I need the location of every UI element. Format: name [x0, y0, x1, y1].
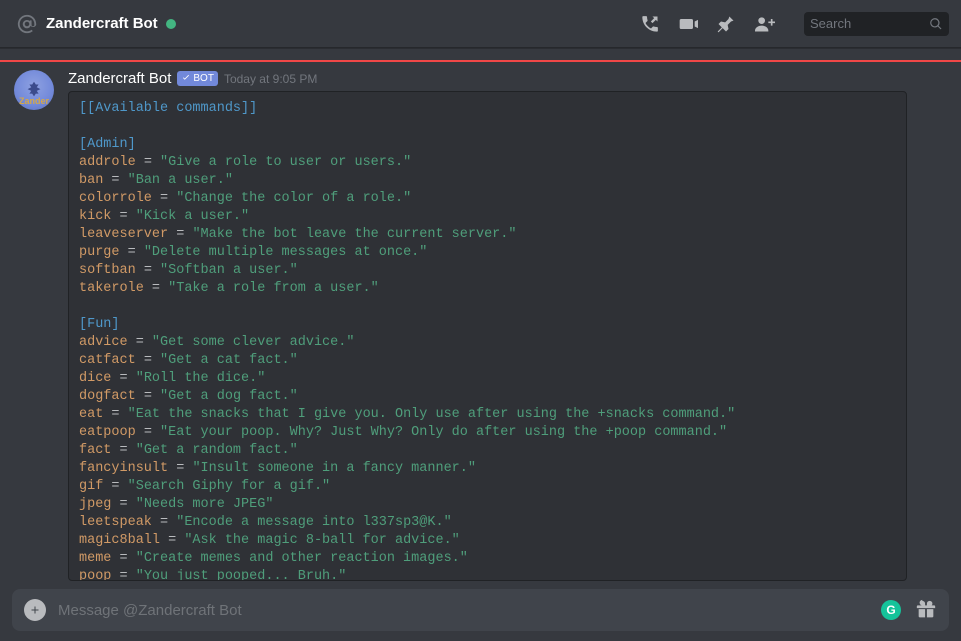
at-icon [16, 13, 38, 35]
add-friend-icon[interactable] [754, 14, 776, 34]
attach-button[interactable] [24, 599, 46, 621]
status-indicator [166, 19, 176, 29]
grammarly-icon[interactable]: G [881, 600, 901, 620]
avatar-text: Zander [19, 96, 49, 106]
channel-header: Zandercraft Bot [0, 0, 961, 48]
message-timestamp: Today at 9:05 PM [224, 72, 317, 86]
message-composer: G [12, 589, 949, 631]
author-avatar[interactable]: Zander [14, 70, 54, 110]
video-call-icon[interactable] [678, 14, 698, 34]
bot-badge-label: BOT [193, 72, 214, 85]
channel-title: Zandercraft Bot [46, 15, 158, 32]
start-call-icon[interactable] [640, 14, 660, 34]
search-box[interactable] [804, 12, 949, 36]
bot-badge: BOT [177, 71, 218, 86]
search-icon [929, 17, 943, 31]
message-author[interactable]: Zandercraft Bot [68, 70, 171, 87]
gift-icon[interactable] [915, 599, 937, 621]
pinned-messages-icon[interactable] [716, 14, 736, 34]
search-input[interactable] [810, 16, 929, 31]
code-block: [[Available commands]] [Admin] addrole =… [68, 91, 907, 581]
message-input[interactable] [58, 602, 869, 619]
